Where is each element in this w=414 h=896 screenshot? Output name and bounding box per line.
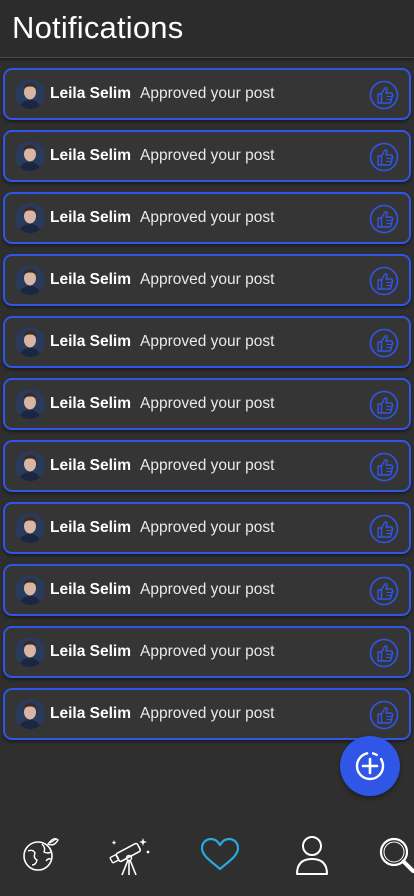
avatar[interactable] bbox=[15, 203, 45, 233]
add-post-button[interactable] bbox=[340, 736, 400, 796]
notification-sender-name[interactable]: Leila Selim bbox=[50, 457, 131, 475]
thumbs-up-icon bbox=[369, 390, 399, 420]
notification-sender-name[interactable]: Leila Selim bbox=[50, 395, 131, 413]
avatar[interactable] bbox=[15, 575, 45, 605]
notification-item[interactable]: Leila Selim Approved your post bbox=[3, 440, 411, 492]
avatar[interactable] bbox=[15, 699, 45, 729]
thumbs-up-icon bbox=[369, 142, 399, 172]
nav-notifications[interactable] bbox=[198, 834, 242, 878]
thumbs-up-icon bbox=[369, 638, 399, 668]
notification-action-text: Approved your post bbox=[140, 457, 275, 474]
notifications-screen: Notifications Leila Selim Approved your p… bbox=[0, 0, 414, 896]
notification-action-text: Approved your post bbox=[140, 271, 275, 288]
notification-item[interactable]: Leila Selim Approved your post bbox=[3, 316, 411, 368]
globe-icon bbox=[23, 837, 59, 871]
avatar[interactable] bbox=[15, 637, 45, 667]
avatar[interactable] bbox=[15, 141, 45, 171]
page-title: Notifications bbox=[12, 10, 184, 45]
notification-action-text: Approved your post bbox=[140, 395, 275, 412]
thumbs-up-icon bbox=[369, 328, 399, 358]
thumbs-up-icon bbox=[369, 80, 399, 110]
add-circle-icon bbox=[355, 751, 385, 781]
thumbs-up-icon bbox=[369, 514, 399, 544]
telescope-icon bbox=[109, 838, 150, 876]
nav-search[interactable] bbox=[376, 834, 414, 878]
thumbs-up-icon bbox=[369, 204, 399, 234]
thumbs-up-icon bbox=[369, 266, 399, 296]
thumbs-up-icon bbox=[369, 576, 399, 606]
notification-action-text: Approved your post bbox=[140, 581, 275, 598]
notification-item[interactable]: Leila Selim Approved your post bbox=[3, 688, 411, 740]
notification-sender-name[interactable]: Leila Selim bbox=[50, 209, 131, 227]
notification-sender-name[interactable]: Leila Selim bbox=[50, 333, 131, 351]
notification-action-text: Approved your post bbox=[140, 333, 275, 350]
notification-sender-name[interactable]: Leila Selim bbox=[50, 519, 131, 537]
notification-item[interactable]: Leila Selim Approved your post bbox=[3, 378, 411, 430]
notification-sender-name[interactable]: Leila Selim bbox=[50, 581, 131, 599]
avatar[interactable] bbox=[15, 265, 45, 295]
search-icon bbox=[379, 837, 414, 873]
avatar[interactable] bbox=[15, 79, 45, 109]
notification-item[interactable]: Leila Selim Approved your post bbox=[3, 564, 411, 616]
notification-sender-name[interactable]: Leila Selim bbox=[50, 147, 131, 165]
notification-action-text: Approved your post bbox=[140, 85, 275, 102]
notification-item[interactable]: Leila Selim Approved your post bbox=[3, 192, 411, 244]
notification-list: Leila Selim Approved your post Leila Selim… bbox=[3, 68, 411, 750]
notification-sender-name[interactable]: Leila Selim bbox=[50, 643, 131, 661]
notification-item[interactable]: Leila Selim Approved your post bbox=[3, 68, 411, 120]
notification-action-text: Approved your post bbox=[140, 209, 275, 226]
avatar[interactable] bbox=[15, 327, 45, 357]
avatar[interactable] bbox=[15, 451, 45, 481]
avatar[interactable] bbox=[15, 389, 45, 419]
nav-explore[interactable] bbox=[20, 834, 64, 878]
thumbs-up-icon bbox=[369, 452, 399, 482]
header: Notifications bbox=[0, 0, 414, 58]
avatar[interactable] bbox=[15, 513, 45, 543]
user-icon bbox=[296, 836, 328, 875]
notification-item[interactable]: Leila Selim Approved your post bbox=[3, 254, 411, 306]
nav-discover[interactable] bbox=[108, 834, 152, 878]
notification-item[interactable]: Leila Selim Approved your post bbox=[3, 502, 411, 554]
heart-icon bbox=[200, 837, 240, 871]
notification-sender-name[interactable]: Leila Selim bbox=[50, 271, 131, 289]
nav-profile[interactable] bbox=[290, 834, 334, 878]
notification-item[interactable]: Leila Selim Approved your post bbox=[3, 626, 411, 678]
notification-action-text: Approved your post bbox=[140, 705, 275, 722]
notification-action-text: Approved your post bbox=[140, 147, 275, 164]
thumbs-up-icon bbox=[369, 700, 399, 730]
notification-item[interactable]: Leila Selim Approved your post bbox=[3, 130, 411, 182]
notification-action-text: Approved your post bbox=[140, 519, 275, 536]
notification-sender-name[interactable]: Leila Selim bbox=[50, 85, 131, 103]
notification-sender-name[interactable]: Leila Selim bbox=[50, 705, 131, 723]
notification-action-text: Approved your post bbox=[140, 643, 275, 660]
bottom-navigation bbox=[0, 820, 414, 896]
